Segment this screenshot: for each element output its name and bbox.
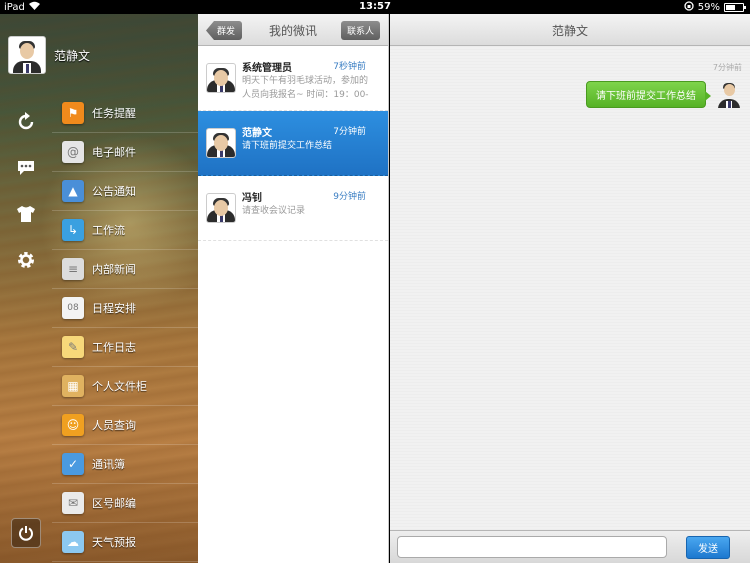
current-user[interactable]: 范静文 [8,36,90,74]
message-list-panel: 群发 我的微讯 联系人 系统管理员 7秒钟前明天下午有羽毛球活动，参加的人员向我报… [198,14,389,563]
menu-item-label: 天气预报 [92,536,136,549]
status-bar: iPad 13:57 59% [0,0,750,14]
message-preview: 请下班前提交工作总结 [242,141,333,151]
left-sidebar: 范静文 ⚑ 任务提醒 @ 电子邮件 ▲ 公告通知 ↳ 工作流 ≡ 内部新闻 08 日程安排 ✎ 工作日志 ▦… [0,14,198,563]
message-time: 7分钟前 [333,127,366,137]
menu-item[interactable]: ▦ 个人文件柜 [52,367,198,406]
gear-icon[interactable] [12,246,40,274]
menu-item[interactable]: ✎ 工作日志 [52,328,198,367]
send-button[interactable]: 发送 [686,536,730,559]
side-icon-bar [12,108,40,292]
power-icon [19,526,33,541]
menu-item[interactable]: 08 日程安排 [52,289,198,328]
menu-item-label: 内部新闻 [92,263,136,276]
message-input[interactable] [397,536,667,558]
people-search-icon: ☺ [62,414,84,436]
list-item[interactable]: 冯钊 9分钟前请查收会议记录 [198,176,388,241]
refresh-icon[interactable] [12,108,40,136]
announcement-icon: ▲ [62,180,84,202]
address-book-icon: ✓ [62,453,84,475]
message-sender: 系统管理员 [242,63,292,74]
avatar [206,128,236,158]
notepad-icon: ✎ [62,336,84,358]
message-list-header: 群发 我的微讯 联系人 [198,14,388,46]
file-cabinet-icon: ▦ [62,375,84,397]
menu-item[interactable]: ↳ 工作流 [52,211,198,250]
message-preview: 请查收会议记录 [242,206,306,216]
menu-item[interactable]: ▲ 公告通知 [52,172,198,211]
status-time: 13:57 [359,1,391,12]
chat-title: 范静文 [390,14,750,46]
menu-item[interactable]: ≡ 内部新闻 [52,250,198,289]
current-user-name: 范静文 [54,48,91,63]
message-composer: 发送 [390,530,750,563]
menu-item-label: 日程安排 [92,302,136,315]
chat-message-bubble[interactable]: 请下班前提交工作总结 [586,81,711,108]
message-time: 7秒钟前 [333,62,366,72]
menu-item-label: 通讯簿 [92,458,125,471]
menu-item[interactable]: ☺ 人员查询 [52,406,198,445]
menu-item-label: 电子邮件 [92,146,136,159]
chat-timestamp: 7分钟前 [712,63,742,72]
email-icon: @ [62,141,84,163]
message-list: 系统管理员 7秒钟前明天下午有羽毛球活动，参加的人员向我报名~ 时间：19：00-… [198,46,388,241]
news-icon: ≡ [62,258,84,280]
message-preview: 明天下午有羽毛球活动，参加的人员向我报名~ 时间：19：00- [242,76,369,100]
menu-item[interactable]: ✓ 通讯簿 [52,445,198,484]
power-button[interactable] [11,518,41,548]
menu-item[interactable]: ⚑ 任务提醒 [52,94,198,133]
list-item[interactable]: 系统管理员 7秒钟前明天下午有羽毛球活动，参加的人员向我报名~ 时间：19：00- [198,46,388,111]
menu-item-label: 工作流 [92,224,125,237]
workflow-icon: ↳ [62,219,84,241]
weather-icon: ☁ [62,531,84,553]
task-reminder-icon: ⚑ [62,102,84,124]
postcode-icon: ✉ [62,492,84,514]
main-menu: ⚑ 任务提醒 @ 电子邮件 ▲ 公告通知 ↳ 工作流 ≡ 内部新闻 08 日程安排 ✎ 工作日志 ▦ 个人文件… [52,94,198,562]
menu-item-label: 任务提醒 [92,107,136,120]
message-sender: 冯钊 [242,193,262,204]
menu-item-label: 个人文件柜 [92,380,147,393]
avatar [8,36,46,74]
avatar [715,80,743,108]
chat-bubble-icon[interactable] [12,154,40,182]
lock-rotation-icon [684,1,694,14]
list-item[interactable]: 范静文 7分钟前 请下班前提交工作总结 [198,111,388,176]
menu-item[interactable]: ✉ 区号邮编 [52,484,198,523]
menu-item-label: 区号邮编 [92,497,136,510]
menu-item-label: 公告通知 [92,185,136,198]
menu-item-label: 人员查询 [92,419,136,432]
avatar [206,63,236,93]
battery-icon [724,3,746,12]
message-sender: 范静文 [242,128,272,139]
calendar-icon: 08 [62,297,84,319]
avatar [206,193,236,223]
tshirt-icon[interactable] [12,200,40,228]
chat-panel: 范静文 7分钟前 请下班前提交工作总结 发送 [390,14,750,563]
menu-item[interactable]: ☁ 天气预报 [52,523,198,562]
battery-percent: 59% [697,2,720,13]
menu-item[interactable]: @ 电子邮件 [52,133,198,172]
contacts-button[interactable]: 联系人 [340,21,380,40]
menu-item-label: 工作日志 [92,341,136,354]
message-time: 9分钟前 [333,192,366,202]
